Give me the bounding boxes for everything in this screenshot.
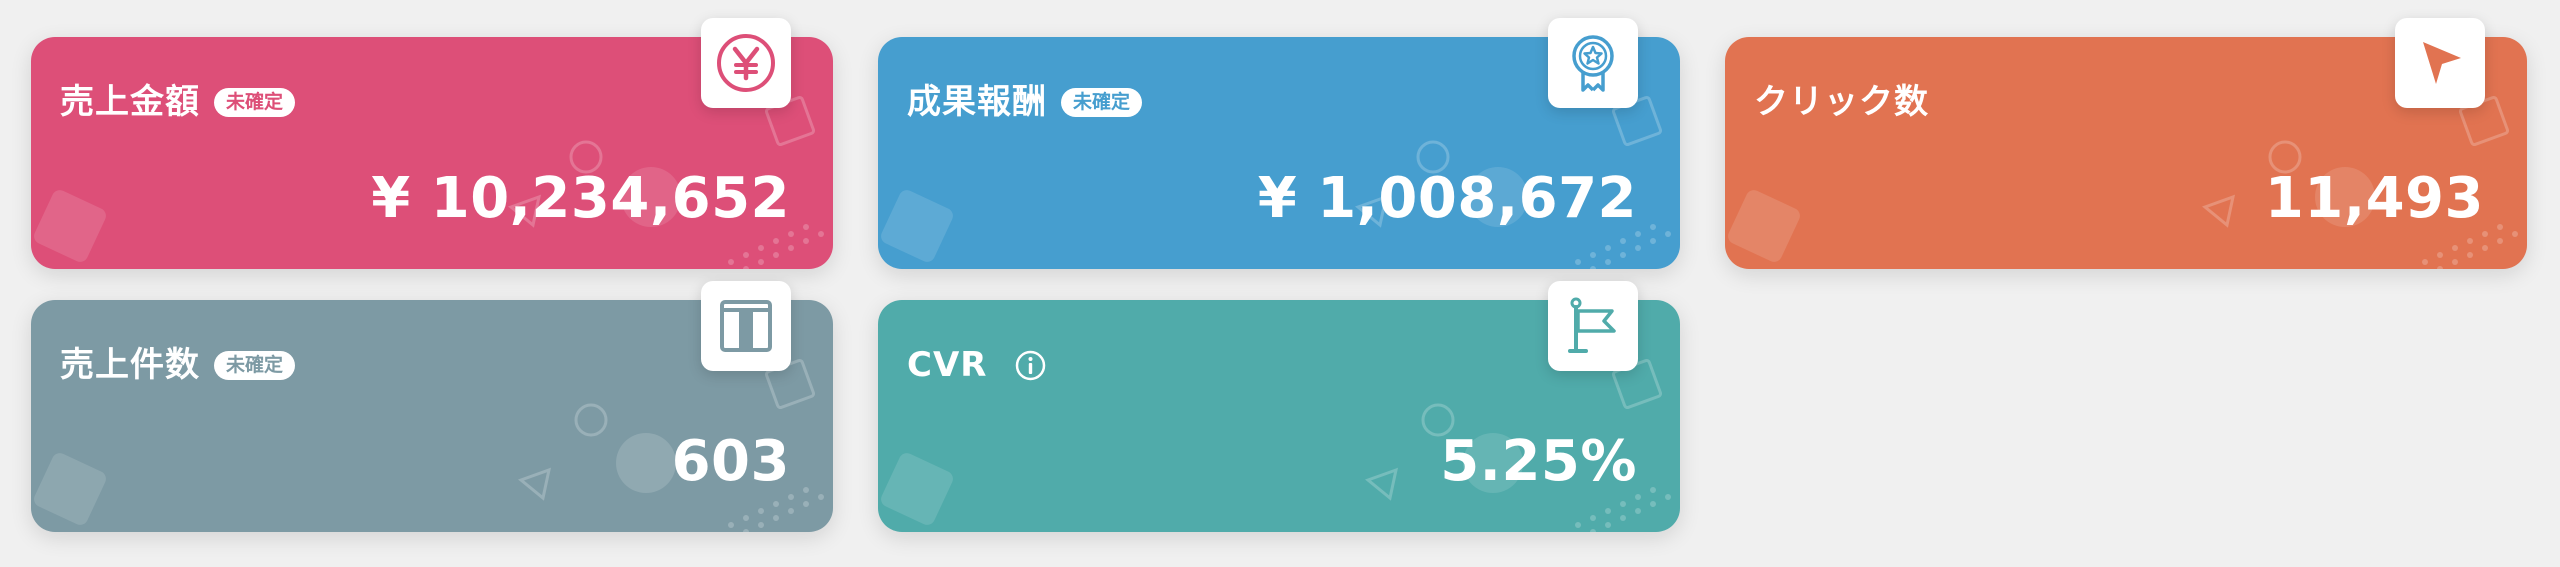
card-title-label: 成果報酬 — [907, 82, 1047, 122]
card-value: ¥ 1,008,672 — [1257, 166, 1637, 231]
award-ribbon-icon — [1548, 18, 1638, 108]
card-title-label: CVR — [907, 345, 988, 385]
card-title: 売上金額 未確定 — [60, 82, 296, 122]
yen-coin-icon — [701, 18, 791, 108]
kpi-dashboard: 売上金額 未確定 ¥ 10,234,652 成果報酬 未確定 ¥ 1,008,6… — [0, 0, 2560, 567]
cursor-arrow-icon — [2395, 18, 2485, 108]
card-title: クリック数 — [1754, 85, 1929, 119]
card-value: ¥ 10,234,652 — [371, 166, 790, 231]
card-title: 成果報酬 未確定 — [907, 82, 1143, 122]
card-value: 5.25% — [1440, 429, 1637, 494]
unconfirmed-badge: 未確定 — [214, 87, 296, 117]
flag-icon — [1548, 281, 1638, 371]
card-title-label: 売上金額 — [60, 82, 200, 122]
card-title-label: クリック数 — [1754, 82, 1929, 122]
card-title: CVR — [907, 348, 1046, 382]
card-title: 売上件数 未確定 — [60, 345, 296, 385]
unconfirmed-badge: 未確定 — [214, 350, 296, 380]
unconfirmed-badge: 未確定 — [1061, 87, 1143, 117]
info-icon[interactable] — [1015, 350, 1046, 381]
card-title-label: 売上件数 — [60, 345, 200, 385]
card-value: 11,493 — [2264, 166, 2484, 231]
box-icon — [701, 281, 791, 371]
card-value: 603 — [671, 429, 790, 494]
